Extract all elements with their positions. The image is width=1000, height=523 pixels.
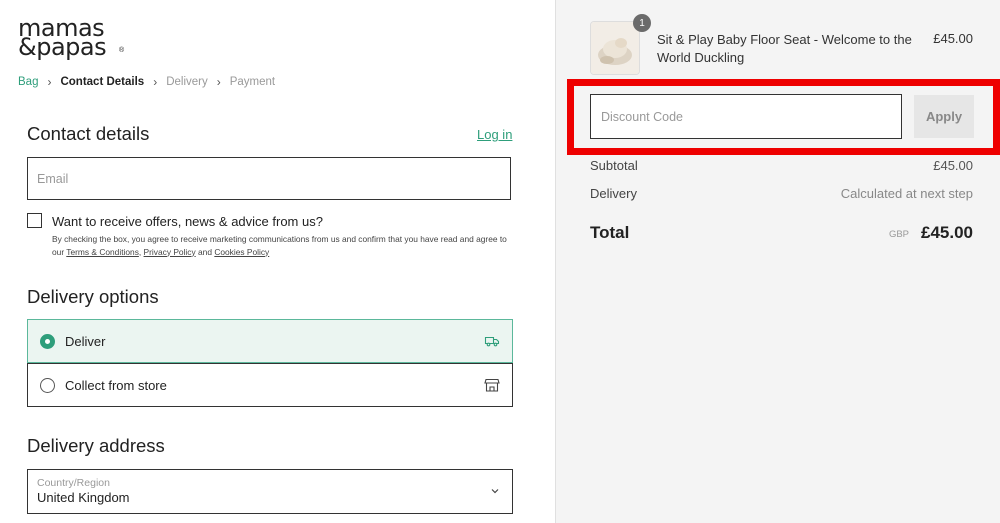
collect-radio[interactable]	[40, 377, 55, 393]
collect-from-store-option[interactable]: Collect from store	[28, 363, 512, 406]
country-region-select[interactable]: Country/Region United Kingdom	[27, 469, 513, 514]
logo-registered-mark: ®	[119, 47, 125, 54]
product-price: £45.00	[933, 31, 973, 46]
subtotal-label: Subtotal	[590, 158, 638, 173]
product-name: Sit & Play Baby Floor Seat - Welcome to …	[657, 32, 912, 65]
email-field[interactable]	[28, 158, 510, 199]
apply-discount-button[interactable]: Apply	[914, 95, 974, 138]
country-region-label: Country/Region	[37, 477, 110, 489]
deliver-label: Deliver	[65, 333, 106, 349]
order-summary-panel: 1 Sit & Play Baby Floor Seat - Welcome t…	[555, 0, 1000, 523]
subtotal-value: £45.00	[933, 158, 973, 173]
email-field-wrapper	[27, 157, 511, 200]
total-value: £45.00	[921, 223, 973, 242]
breadcrumb-contact-details: Contact Details	[60, 76, 145, 88]
country-region-value: United Kingdom	[37, 490, 130, 505]
contact-details-heading: Contact details	[27, 123, 150, 144]
chevron-right-icon: ›	[153, 75, 158, 89]
chevron-right-icon: ›	[47, 75, 52, 89]
delivery-label: Delivery	[590, 186, 637, 201]
product-image	[591, 22, 639, 74]
checkout-form-panel: mamas &papas ® Bag › Contact Details › D…	[0, 0, 555, 523]
breadcrumb: Bag › Contact Details › Delivery › Payme…	[18, 75, 275, 89]
privacy-policy-link[interactable]: Privacy Policy	[144, 247, 196, 257]
delivery-address-heading: Delivery address	[27, 435, 165, 456]
product-thumbnail	[590, 21, 640, 75]
deliver-option[interactable]: Deliver	[27, 319, 513, 363]
discount-code-field[interactable]	[591, 95, 901, 138]
fine-print-and: and	[195, 246, 215, 257]
total-label: Total	[590, 223, 630, 242]
chevron-right-icon: ›	[216, 75, 221, 89]
breadcrumb-bag-link[interactable]: Bag	[18, 76, 38, 88]
deliver-radio[interactable]	[40, 333, 55, 349]
discount-code-field-wrapper	[590, 94, 902, 139]
brand-logo[interactable]: mamas &papas ®	[18, 14, 128, 62]
breadcrumb-payment: Payment	[229, 76, 276, 88]
log-in-link[interactable]: Log in	[477, 127, 512, 142]
total-currency: GBP	[888, 229, 909, 240]
delivery-options-heading: Delivery options	[27, 286, 159, 307]
marketing-fine-print: By checking the box, you agree to receiv…	[52, 233, 514, 258]
terms-link[interactable]: Terms & Conditions	[66, 247, 139, 257]
breadcrumb-delivery: Delivery	[166, 76, 208, 88]
collect-label: Collect from store	[65, 377, 167, 393]
item-quantity-badge: 1	[633, 14, 651, 32]
delivery-value: Calculated at next step	[840, 186, 973, 201]
marketing-opt-in-label[interactable]: Want to receive offers, news & advice fr…	[52, 214, 323, 229]
cookies-policy-link[interactable]: Cookies Policy	[214, 247, 269, 257]
logo-line-2: &papas	[18, 33, 107, 61]
chevron-down-icon	[491, 489, 499, 494]
delivery-options-group: Deliver Collect from store	[27, 319, 513, 407]
marketing-opt-in-checkbox[interactable]	[27, 213, 42, 228]
store-icon	[484, 378, 500, 392]
truck-icon	[484, 336, 500, 347]
